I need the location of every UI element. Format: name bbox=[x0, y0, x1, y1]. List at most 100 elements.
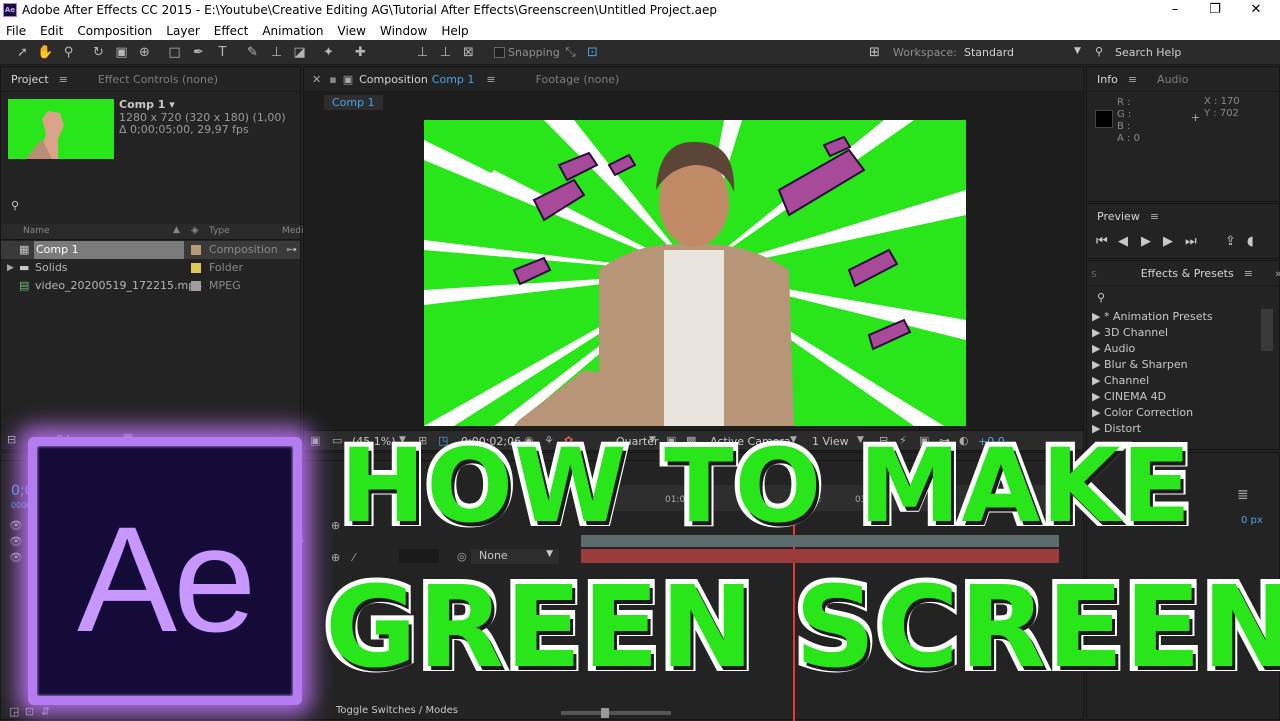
project-item-video[interactable]: ▤ video_20200519_172215.mp4 MPEG bbox=[1, 277, 300, 295]
scrollbar[interactable] bbox=[1261, 309, 1273, 351]
parent-select[interactable]: None ▼ bbox=[471, 549, 559, 564]
panel-menu-icon[interactable]: ≡ bbox=[1150, 210, 1159, 223]
search-icon[interactable]: ⚲ bbox=[1097, 291, 1105, 304]
tab-effects-presets[interactable]: Effects & Presets bbox=[1131, 267, 1244, 280]
align-icon[interactable]: ≣ bbox=[1237, 487, 1249, 503]
menu-layer[interactable]: Layer bbox=[166, 24, 199, 38]
effect-category[interactable]: ▶ Audio bbox=[1092, 342, 1135, 355]
eraser-tool-icon[interactable]: ◪ bbox=[291, 44, 308, 61]
mute-audio-icon[interactable]: ◖ bbox=[1247, 234, 1254, 249]
layer-bar-solid[interactable] bbox=[581, 549, 1059, 563]
comp-duration: Δ 0;00;05;00, 29,97 fps bbox=[119, 123, 249, 136]
camera-tool-icon[interactable]: ▣ bbox=[113, 44, 130, 61]
tab-footage[interactable]: Footage (none) bbox=[526, 73, 630, 86]
flowchart-icon[interactable]: ⊶ bbox=[286, 241, 297, 259]
brush-tool-icon[interactable]: ✎ bbox=[244, 44, 261, 61]
effect-category[interactable]: ▶ Blur & Sharpen bbox=[1092, 358, 1188, 371]
eye-icon[interactable]: 👁 bbox=[9, 551, 23, 564]
effect-category[interactable]: ▶ Color Correction bbox=[1092, 406, 1193, 419]
last-frame-icon[interactable]: ⏭ bbox=[1185, 234, 1197, 249]
panel-menu-icon[interactable]: ≡ bbox=[59, 73, 68, 86]
column-media[interactable]: Medi bbox=[282, 226, 304, 236]
workspace-select[interactable]: Standard bbox=[964, 46, 1014, 59]
composition-icon: ▦ bbox=[19, 243, 30, 256]
column-name[interactable]: Name bbox=[23, 226, 50, 236]
search-help-input[interactable]: Search Help bbox=[1115, 46, 1181, 59]
tab-composition[interactable]: Composition bbox=[359, 73, 428, 86]
rotate-tool-icon[interactable]: ↻ bbox=[90, 44, 107, 61]
column-type[interactable]: Type bbox=[209, 226, 230, 236]
render-time-icon[interactable]: ⇵ bbox=[41, 705, 50, 718]
indent-value[interactable]: 0 px bbox=[1241, 515, 1263, 526]
snap-features-icon[interactable]: ⊡ bbox=[584, 44, 601, 61]
effect-category[interactable]: ▶ * Animation Presets bbox=[1092, 310, 1213, 323]
tab-audio[interactable]: Audio bbox=[1147, 73, 1198, 86]
interpret-footage-icon[interactable]: ⊟ bbox=[7, 433, 16, 446]
local-axis-icon[interactable]: ⊥ bbox=[414, 44, 431, 61]
selection-tool-icon[interactable]: ➚ bbox=[14, 44, 31, 61]
effect-category[interactable]: ▶ Channel bbox=[1092, 374, 1149, 387]
next-frame-icon[interactable]: ▶ bbox=[1163, 234, 1173, 249]
always-preview-icon[interactable]: ▣ bbox=[310, 434, 320, 447]
tab-effect-controls[interactable]: Effect Controls (none) bbox=[88, 73, 228, 86]
menu-composition[interactable]: Composition bbox=[77, 24, 152, 38]
type-tool-icon[interactable]: T bbox=[214, 44, 231, 61]
tab-project[interactable]: Project bbox=[1, 73, 59, 86]
puppet-tool-icon[interactable]: ✚ bbox=[352, 44, 369, 61]
overlay-title-line1: HOW TO MAKE bbox=[335, 427, 1196, 547]
view-axis-icon[interactable]: ⊠ bbox=[460, 44, 477, 61]
menu-window[interactable]: Window bbox=[380, 24, 427, 38]
minimize-button[interactable]: – bbox=[1155, 0, 1195, 21]
switch-cells[interactable] bbox=[399, 549, 439, 563]
toggle-switches-modes[interactable]: Toggle Switches / Modes bbox=[336, 705, 458, 716]
menu-animation[interactable]: Animation bbox=[262, 24, 323, 38]
pan-behind-tool-icon[interactable]: ⊕ bbox=[136, 44, 153, 61]
shy-icon[interactable]: ⊕ bbox=[331, 519, 340, 532]
eye-icon[interactable]: 👁 bbox=[9, 535, 23, 548]
play-icon[interactable]: ▶ bbox=[1141, 234, 1151, 249]
hand-tool-icon[interactable]: ✋ bbox=[37, 44, 54, 61]
maximize-button[interactable]: ❐ bbox=[1195, 0, 1235, 21]
composition-mini-icon[interactable]: ◲ bbox=[9, 705, 19, 718]
eye-icon[interactable]: 👁 bbox=[9, 519, 23, 532]
snap-edges-icon[interactable]: ⤡ bbox=[562, 44, 579, 61]
panel-menu-icon[interactable]: ≡ bbox=[1128, 73, 1137, 86]
comp-tab-icon: ▣ bbox=[342, 72, 354, 86]
previous-frame-icon[interactable]: ◀ bbox=[1118, 234, 1128, 249]
expand-modes-icon[interactable]: ⊡ bbox=[25, 705, 34, 718]
close-tab-icon[interactable]: ✕ bbox=[304, 73, 329, 86]
menu-effect[interactable]: Effect bbox=[214, 24, 249, 38]
clone-stamp-tool-icon[interactable]: ⊥ bbox=[268, 44, 285, 61]
panel-expand-icon[interactable]: » bbox=[1275, 267, 1280, 280]
effect-category[interactable]: ▶ CINEMA 4D bbox=[1092, 390, 1166, 403]
project-item-comp1[interactable]: ▦ Comp 1 Composition ⊶ bbox=[1, 241, 300, 259]
snapping-checkbox[interactable] bbox=[494, 47, 505, 58]
panel-menu-icon[interactable]: ≡ bbox=[486, 73, 495, 86]
panel-menu-icon[interactable]: ≡ bbox=[1244, 267, 1253, 280]
expand-arrow-icon[interactable]: ▶ bbox=[7, 259, 14, 277]
chevron-down-icon[interactable]: ▼ bbox=[1074, 46, 1081, 56]
rectangle-tool-icon[interactable]: □ bbox=[166, 44, 183, 61]
effect-category[interactable]: ▶ 3D Channel bbox=[1092, 326, 1168, 339]
zoom-slider[interactable] bbox=[561, 708, 671, 718]
loop-icon[interactable]: ⇪ bbox=[1225, 234, 1236, 249]
comp-breadcrumb[interactable]: Comp 1 bbox=[324, 95, 383, 110]
menu-edit[interactable]: Edit bbox=[40, 24, 63, 38]
tab-comp-name[interactable]: Comp 1 bbox=[432, 73, 475, 86]
project-item-solids[interactable]: ▶ ▬ Solids Folder bbox=[1, 259, 300, 277]
zoom-tool-icon[interactable]: ⚲ bbox=[60, 44, 77, 61]
pen-tool-icon[interactable]: ✒ bbox=[190, 44, 207, 61]
tab-info[interactable]: Info bbox=[1087, 73, 1128, 86]
menu-help[interactable]: Help bbox=[441, 24, 468, 38]
parent-pickwhip-icon[interactable]: ◎ bbox=[457, 550, 467, 563]
menu-view[interactable]: View bbox=[338, 24, 366, 38]
comp-viewer[interactable] bbox=[424, 120, 966, 426]
roto-brush-tool-icon[interactable]: ✦ bbox=[320, 44, 337, 61]
world-axis-icon[interactable]: ⊥ bbox=[437, 44, 454, 61]
menu-file[interactable]: File bbox=[6, 24, 26, 38]
first-frame-icon[interactable]: ⏮ bbox=[1096, 234, 1108, 249]
lock-icon[interactable]: ▪ bbox=[329, 73, 336, 86]
search-icon[interactable]: ⚲ bbox=[11, 199, 19, 212]
close-button[interactable]: ✕ bbox=[1236, 0, 1276, 21]
zoom-slider-handle[interactable] bbox=[601, 708, 609, 718]
